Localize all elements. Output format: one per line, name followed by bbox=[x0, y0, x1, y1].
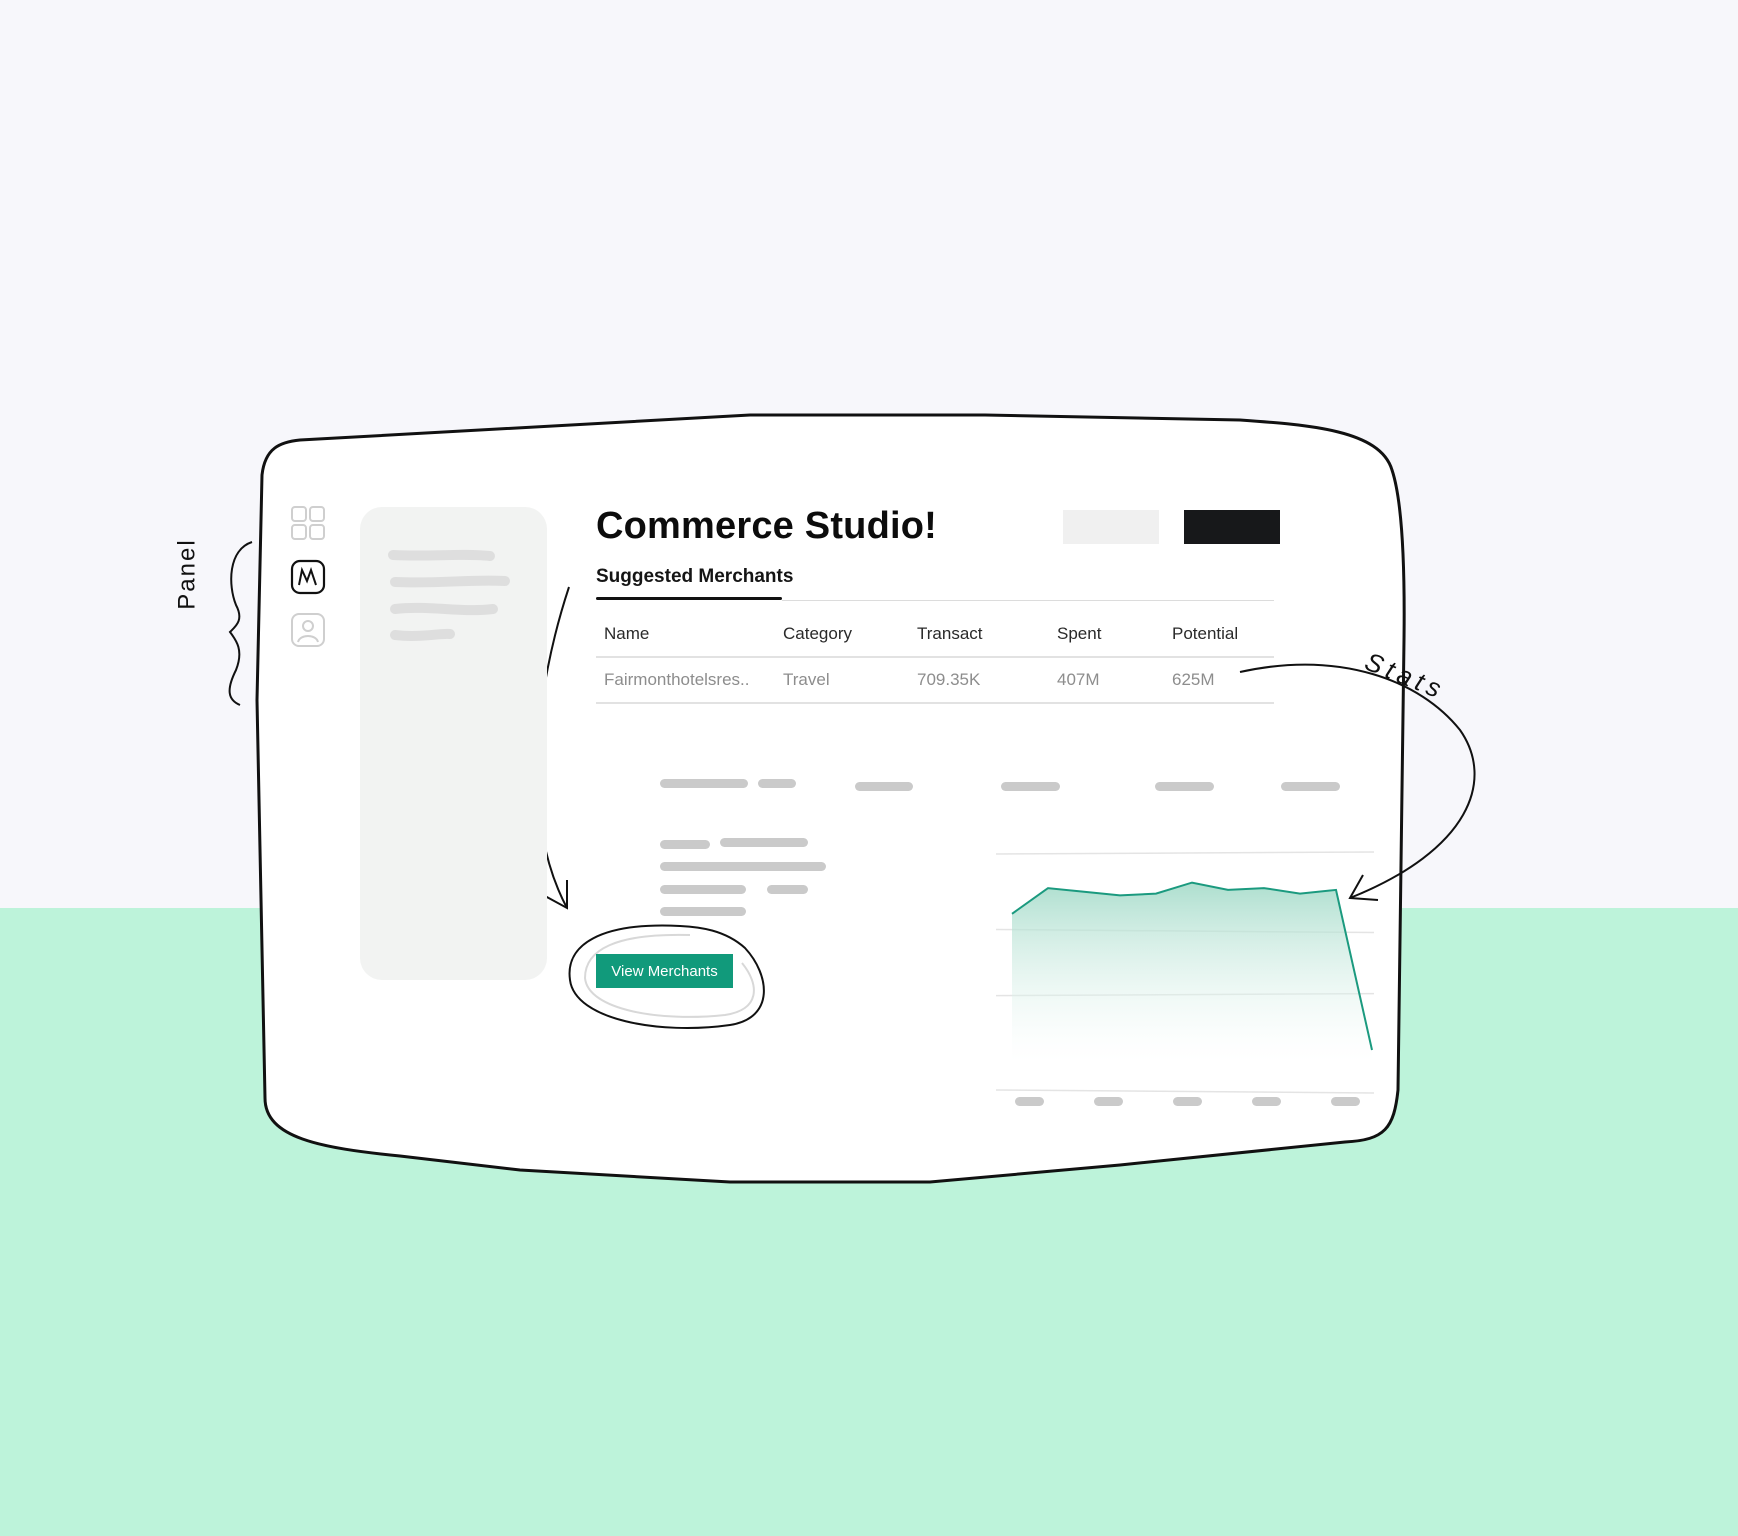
device-frame bbox=[228, 413, 1476, 1184]
skeleton-line bbox=[1155, 782, 1214, 791]
chart-gridline bbox=[995, 851, 1375, 855]
primary-button[interactable] bbox=[1184, 510, 1280, 544]
chart-x-tick bbox=[1331, 1097, 1360, 1106]
cell-spent: 407M bbox=[1057, 670, 1100, 689]
column-header-category[interactable]: Category bbox=[783, 624, 852, 644]
chart-x-tick bbox=[1094, 1097, 1123, 1106]
chart-x-tick bbox=[1173, 1097, 1202, 1106]
cell-potential: 625M bbox=[1172, 670, 1215, 689]
chart-x-ticks bbox=[1015, 1097, 1360, 1106]
skeleton-line bbox=[767, 885, 808, 894]
grid-icon[interactable] bbox=[290, 505, 326, 541]
secondary-button[interactable] bbox=[1063, 510, 1159, 544]
skeleton-line bbox=[758, 779, 796, 788]
merchants-table: Name Category Transact Spent Potential F… bbox=[596, 612, 1274, 704]
table-header-row: Name Category Transact Spent Potential bbox=[596, 612, 1274, 658]
active-tab-underline bbox=[596, 597, 782, 600]
chart-x-tick bbox=[1252, 1097, 1281, 1106]
skeleton-line bbox=[1001, 782, 1060, 791]
cell-category: Travel bbox=[783, 670, 830, 689]
cell-name: Fairmonthotelsres.. bbox=[604, 670, 750, 689]
skeleton-line bbox=[660, 907, 746, 916]
table-row[interactable]: Fairmonthotelsres.. Travel 709.35K 407M … bbox=[596, 658, 1274, 704]
view-merchants-button[interactable]: View Merchants bbox=[596, 954, 733, 988]
column-header-spent[interactable]: Spent bbox=[1057, 624, 1101, 644]
skeleton-line bbox=[660, 862, 826, 871]
column-header-potential[interactable]: Potential bbox=[1172, 624, 1238, 644]
skeleton-line bbox=[660, 885, 746, 894]
page-title: Commerce Studio! bbox=[596, 505, 938, 547]
cell-transact: 709.35K bbox=[917, 670, 981, 689]
panel-skeleton-lines bbox=[388, 549, 510, 641]
tab-suggested-merchants[interactable]: Suggested Merchants bbox=[596, 566, 793, 588]
chart-area bbox=[1012, 882, 1372, 1062]
annotation-panel: Panel bbox=[173, 538, 201, 610]
panel-brace bbox=[228, 541, 253, 706]
column-header-transact[interactable]: Transact bbox=[917, 624, 983, 644]
profile-icon[interactable] bbox=[290, 612, 326, 648]
skeleton-line bbox=[720, 838, 808, 847]
chart-x-tick bbox=[1015, 1097, 1044, 1106]
skeleton-line bbox=[855, 782, 913, 791]
stats-chart bbox=[995, 851, 1375, 1106]
merchant-logo-icon[interactable] bbox=[290, 559, 326, 595]
skeleton-line bbox=[660, 840, 710, 849]
skeleton-line bbox=[660, 779, 748, 788]
side-panel bbox=[360, 507, 547, 980]
skeleton-line bbox=[1281, 782, 1340, 791]
chart-gridline bbox=[995, 1089, 1375, 1094]
column-header-name[interactable]: Name bbox=[604, 624, 649, 644]
tab-divider bbox=[782, 600, 1274, 601]
